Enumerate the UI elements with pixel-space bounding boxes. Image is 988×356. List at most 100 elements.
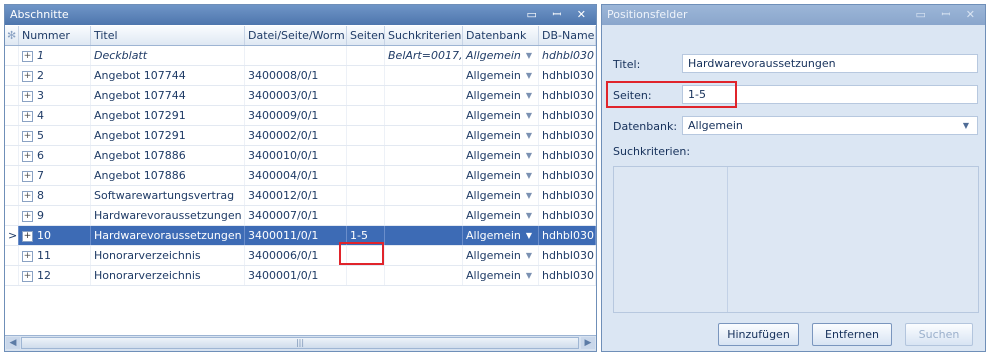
cell-dbname[interactable]: hdhbl030 (539, 226, 596, 245)
chevron-down-icon[interactable]: ▼ (526, 66, 532, 85)
cell-such[interactable] (385, 186, 463, 205)
table-row[interactable]: +9 Hardwarevoraussetzungen 3400007/0/1 Allg… (5, 206, 596, 226)
column-header-seiten[interactable]: Seiten (347, 26, 385, 45)
cell-nummer[interactable]: +7 (19, 166, 91, 185)
cell-datei[interactable]: 3400008/0/1 (245, 66, 347, 85)
cell-titel[interactable]: Hardwarevoraussetzungen (91, 206, 245, 225)
table-row[interactable]: +4 Angebot 107291 3400009/0/1 Allgemein ▼ hdh… (5, 106, 596, 126)
chevron-down-icon[interactable]: ▼ (526, 46, 532, 65)
cell-titel[interactable]: Deckblatt (91, 46, 245, 65)
cell-seiten[interactable] (347, 106, 385, 125)
chevron-down-icon[interactable]: ▼ (526, 86, 532, 105)
cell-datenbank[interactable]: Allgemein ▼ (463, 246, 539, 265)
column-header-suchkriterien[interactable]: Suchkriterien (385, 26, 463, 45)
cell-such[interactable] (385, 146, 463, 165)
cell-such[interactable] (385, 86, 463, 105)
cell-datenbank[interactable]: Allgemein ▼ (463, 226, 539, 245)
expand-icon[interactable]: + (22, 90, 33, 102)
cell-titel[interactable]: Honorarverzeichnis (91, 266, 245, 285)
cell-datenbank[interactable]: Allgemein ▼ (463, 146, 539, 165)
cell-dbname[interactable]: hdhbl030 (539, 206, 596, 225)
cell-datei[interactable]: 3400002/0/1 (245, 126, 347, 145)
cell-datenbank[interactable]: Allgemein ▼ (463, 186, 539, 205)
expand-icon[interactable]: + (22, 190, 33, 202)
cell-nummer[interactable]: +5 (19, 126, 91, 145)
cell-dbname[interactable]: hdhbl030 (539, 266, 596, 285)
cell-datei[interactable]: 3400001/0/1 (245, 266, 347, 285)
cell-seiten[interactable] (347, 146, 385, 165)
cell-dbname[interactable]: hdhbl030 (539, 106, 596, 125)
titel-field[interactable]: Hardwarevoraussetzungen (682, 54, 978, 73)
cell-seiten[interactable] (347, 166, 385, 185)
cell-seiten[interactable] (347, 266, 385, 285)
window-buttons[interactable]: ▭ ꟷ ✕ (915, 5, 981, 25)
cell-datei[interactable]: 3400011/0/1 (245, 226, 347, 245)
column-header-titel[interactable]: Titel (91, 26, 245, 45)
cell-such[interactable] (385, 166, 463, 185)
cell-seiten[interactable] (347, 86, 385, 105)
cell-dbname[interactable]: hdhbl030 (539, 166, 596, 185)
chevron-down-icon[interactable]: ▼ (526, 126, 532, 145)
cell-datei[interactable] (245, 46, 347, 65)
window-buttons[interactable]: ▭ ꟷ ✕ (526, 5, 592, 25)
expand-icon[interactable]: + (22, 210, 33, 222)
chevron-down-icon[interactable]: ▼ (526, 166, 532, 185)
cell-datei[interactable]: 3400006/0/1 (245, 246, 347, 265)
chevron-down-icon[interactable]: ▼ (526, 246, 532, 265)
expand-icon[interactable]: + (22, 50, 33, 62)
chevron-down-icon[interactable]: ▼ (526, 206, 532, 225)
cell-nummer[interactable]: +8 (19, 186, 91, 205)
suchkriterien-grid[interactable] (613, 166, 979, 313)
scroll-right-icon[interactable]: ▶ (581, 337, 595, 349)
table-row[interactable]: +11 Honorarverzeichnis 3400006/0/1 Allgemei… (5, 246, 596, 266)
table-row[interactable]: +5 Angebot 107291 3400002/0/1 Allgemein ▼ hdh… (5, 126, 596, 146)
expand-icon[interactable]: + (22, 70, 33, 82)
column-header-dbname[interactable]: DB-Name (539, 26, 596, 45)
cell-titel[interactable]: Softwarewartungsvertrag (91, 186, 245, 205)
cell-such[interactable]: BelArt=0017, (385, 46, 463, 65)
cell-titel[interactable]: Angebot 107291 (91, 106, 245, 125)
cell-datenbank[interactable]: Allgemein ▼ (463, 126, 539, 145)
table-row[interactable]: +1 Deckblatt BelArt=0017, Allgemein ▼ hdhbl03… (5, 46, 596, 66)
cell-titel[interactable]: Angebot 107744 (91, 66, 245, 85)
cell-nummer[interactable]: +1 (19, 46, 91, 65)
cell-seiten[interactable] (347, 206, 385, 225)
cell-such[interactable] (385, 206, 463, 225)
search-button[interactable]: Suchen (905, 323, 973, 346)
cell-datenbank[interactable]: Allgemein ▼ (463, 206, 539, 225)
table-row[interactable]: +12 Honorarverzeichnis 3400001/0/1 Allgemei… (5, 266, 596, 286)
cell-datei[interactable]: 3400012/0/1 (245, 186, 347, 205)
cell-datenbank[interactable]: Allgemein ▼ (463, 166, 539, 185)
expand-icon[interactable]: + (22, 170, 33, 182)
cell-seiten[interactable] (347, 186, 385, 205)
cell-dbname[interactable]: hdhbl030 (539, 246, 596, 265)
cell-dbname[interactable]: hdhbl030 (539, 126, 596, 145)
cell-seiten[interactable] (347, 126, 385, 145)
cell-nummer[interactable]: +11 (19, 246, 91, 265)
remove-button[interactable]: Entfernen (812, 323, 892, 346)
expand-icon[interactable]: + (22, 270, 33, 282)
cell-dbname[interactable]: hdhbl030 (539, 66, 596, 85)
cell-datei[interactable]: 3400007/0/1 (245, 206, 347, 225)
cell-dbname[interactable]: hdhbl030 (539, 146, 596, 165)
cell-nummer[interactable]: +9 (19, 206, 91, 225)
expand-icon[interactable]: + (22, 150, 33, 162)
cell-titel[interactable]: Angebot 107886 (91, 146, 245, 165)
cell-nummer[interactable]: +12 (19, 266, 91, 285)
cell-nummer[interactable]: +10 (19, 226, 91, 245)
cell-titel[interactable]: Angebot 107291 (91, 126, 245, 145)
cell-datei[interactable]: 3400003/0/1 (245, 86, 347, 105)
cell-titel[interactable]: Hardwarevoraussetzungen (91, 226, 245, 245)
add-button[interactable]: Hinzufügen (718, 323, 799, 346)
cell-nummer[interactable]: +3 (19, 86, 91, 105)
chevron-down-icon[interactable]: ▼ (526, 106, 532, 125)
expand-icon[interactable]: + (22, 130, 33, 142)
column-header-datenbank[interactable]: Datenbank (463, 26, 539, 45)
column-header-datei[interactable]: Datei/Seite/Worm (245, 26, 347, 45)
cell-datenbank[interactable]: Allgemein ▼ (463, 86, 539, 105)
cell-such[interactable] (385, 226, 463, 245)
cell-datei[interactable]: 3400010/0/1 (245, 146, 347, 165)
cell-dbname[interactable]: hdhbl030 (539, 186, 596, 205)
cell-nummer[interactable]: +4 (19, 106, 91, 125)
scroll-thumb[interactable]: ||| (21, 337, 579, 349)
